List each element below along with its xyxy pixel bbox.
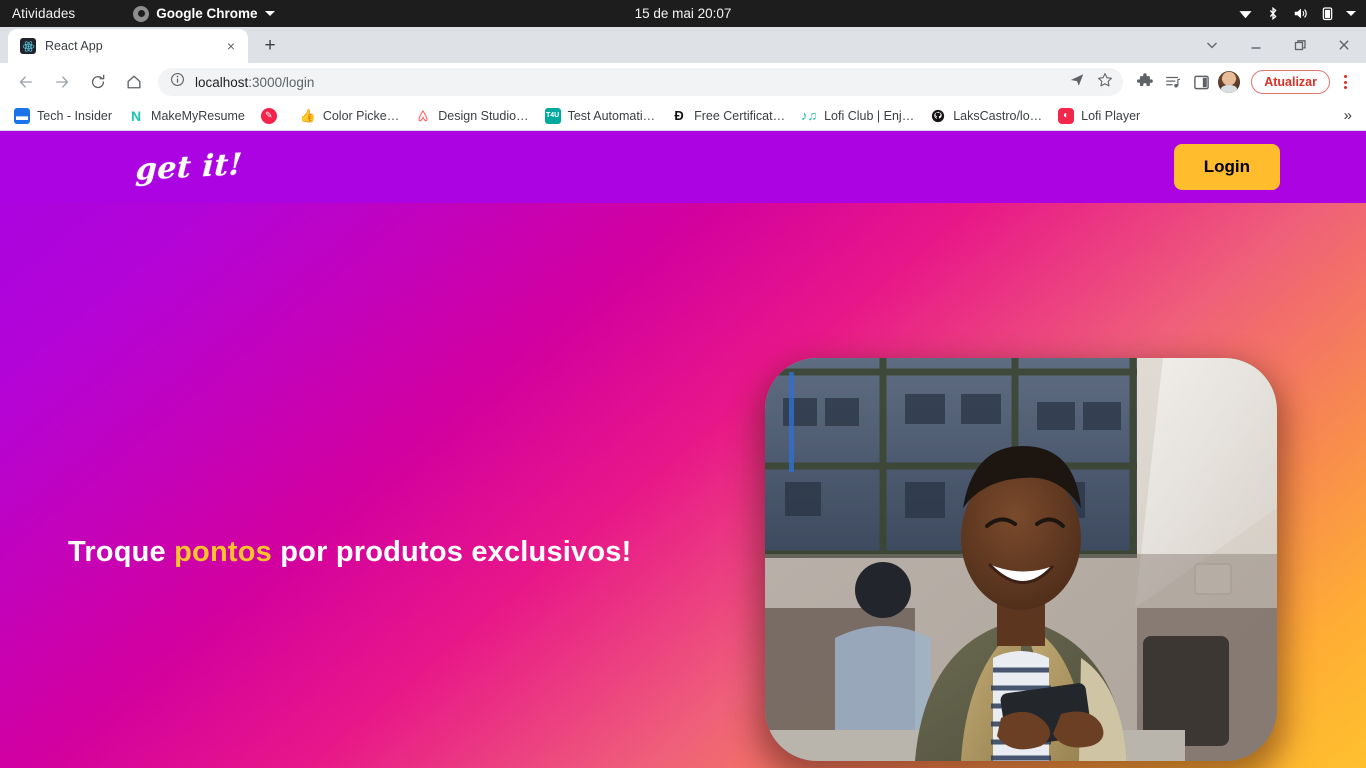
tab-react-app[interactable]: React App × (8, 29, 248, 63)
bookmark-label: Color Picke… (322, 108, 400, 123)
bookmark-tech-insider[interactable]: ▬ Tech - Insider (6, 105, 120, 127)
wifi-icon (1238, 6, 1253, 21)
activities-button[interactable]: Atividades (0, 6, 75, 21)
headline-part-2: por produtos exclusivos! (271, 536, 632, 568)
hero-image (765, 358, 1277, 761)
bookmark-label: Lofi Player (1081, 108, 1141, 123)
bookmark-favicon: N (130, 107, 142, 124)
url-host: localhost (195, 74, 249, 90)
bookmark-favicon: T4U (544, 107, 561, 124)
minimize-button[interactable] (1234, 27, 1278, 63)
hero-headline: Troque pontos por produtos exclusivos! (68, 536, 631, 569)
bookmark-favicon (930, 108, 946, 124)
site-header: get it! Login (0, 131, 1366, 203)
hero-section: Troque pontos por produtos exclusivos! (0, 203, 1366, 768)
web-page: get it! Login Troque pontos por produtos… (0, 131, 1366, 768)
bookmarks-overflow-icon[interactable]: » (1336, 107, 1360, 124)
bookmark-label: Free Certificat… (694, 108, 786, 123)
bookmark-favicon: ♪♫ (800, 108, 818, 123)
volume-icon (1293, 6, 1309, 21)
share-icon[interactable] (1069, 72, 1085, 93)
reload-icon[interactable] (82, 66, 114, 98)
tab-close-icon[interactable]: × (222, 37, 240, 55)
os-top-bar: Atividades Google Chrome 15 de mai 20:07 (0, 0, 1366, 27)
chrome-icon (133, 5, 150, 22)
window-controls (1190, 27, 1366, 63)
smiling-man-with-smartphone-photo (765, 358, 1277, 761)
bookmark-label: Tech - Insider (37, 108, 113, 123)
address-bar[interactable]: localhost:3000/login (158, 68, 1124, 96)
tray-chevron-down-icon[interactable] (1346, 11, 1356, 16)
tab-title: React App (45, 39, 103, 53)
bookmark-pen[interactable]: ✎ (253, 105, 292, 127)
bookmark-favicon (415, 108, 431, 124)
update-button[interactable]: Atualizar (1251, 70, 1330, 94)
three-dot-menu-icon[interactable] (1332, 68, 1358, 96)
tab-strip: React App × + (0, 27, 1366, 63)
reading-list-icon[interactable] (1159, 68, 1187, 96)
avatar[interactable] (1215, 68, 1243, 96)
bookmark-label: Test Automati… (567, 108, 656, 123)
chevron-down-icon (264, 11, 275, 16)
bookmark-label: Lofi Club | Enj… (824, 108, 915, 123)
system-tray[interactable] (1238, 6, 1356, 21)
battery-icon (1322, 6, 1333, 21)
login-button[interactable]: Login (1173, 144, 1280, 190)
headline-part-1: Troque (68, 536, 175, 568)
extensions-puzzle-icon[interactable] (1131, 68, 1159, 96)
bookmark-favicon: 👍 (299, 108, 316, 123)
bookmark-lofi-player[interactable]: ◐ Lofi Player (1050, 105, 1148, 127)
home-icon[interactable] (118, 66, 150, 98)
url-path: :3000/login (248, 74, 315, 90)
bluetooth-icon (1266, 6, 1280, 21)
bookmark-lofi-club[interactable]: ♪♫ Lofi Club | Enj… (793, 105, 922, 127)
browser-window: React App × + localhost:3000/login Atual… (0, 27, 1366, 131)
bookmark-test-automation[interactable]: T4U Test Automati… (537, 105, 664, 127)
site-logo[interactable]: get it! (135, 147, 244, 188)
new-tab-button[interactable]: + (256, 32, 284, 60)
maximize-button[interactable] (1278, 27, 1322, 63)
side-panel-icon[interactable] (1187, 68, 1215, 96)
back-arrow-icon[interactable] (10, 66, 42, 98)
bookmark-free-certificates[interactable]: Ɖ Free Certificat… (663, 105, 793, 127)
close-button[interactable] (1322, 27, 1366, 63)
headline-accent: pontos (174, 536, 272, 568)
url-text: localhost:3000/login (195, 75, 314, 90)
bookmark-label: MakeMyResume (151, 108, 245, 123)
bookmark-favicon: Ɖ (674, 108, 684, 123)
app-menu[interactable]: Google Chrome (133, 5, 275, 22)
bookmark-label: LaksCastro/lo… (953, 108, 1043, 123)
bookmark-makemyresume[interactable]: N MakeMyResume (120, 105, 253, 127)
star-icon[interactable] (1097, 72, 1113, 93)
app-menu-label: Google Chrome (156, 6, 258, 21)
bookmark-label: Design Studio… (438, 108, 529, 123)
bookmark-favicon: ◐ (1058, 107, 1075, 124)
info-circle-icon[interactable] (170, 72, 185, 92)
forward-arrow-icon[interactable] (46, 66, 78, 98)
bookmark-color-picker[interactable]: 👍 Color Picke… (292, 105, 407, 127)
tab-search-chevron-icon[interactable] (1190, 27, 1234, 63)
bookmarks-bar: ▬ Tech - Insider N MakeMyResume ✎ 👍 Colo… (0, 101, 1366, 131)
browser-toolbar: localhost:3000/login Atualizar (0, 63, 1366, 101)
react-logo-icon (20, 38, 36, 54)
bookmark-favicon: ✎ (260, 107, 277, 124)
bookmark-github-lakscastro[interactable]: LaksCastro/lo… (922, 105, 1050, 127)
bookmark-design-studio[interactable]: Design Studio… (407, 105, 536, 127)
bookmark-favicon: ▬ (14, 107, 30, 124)
